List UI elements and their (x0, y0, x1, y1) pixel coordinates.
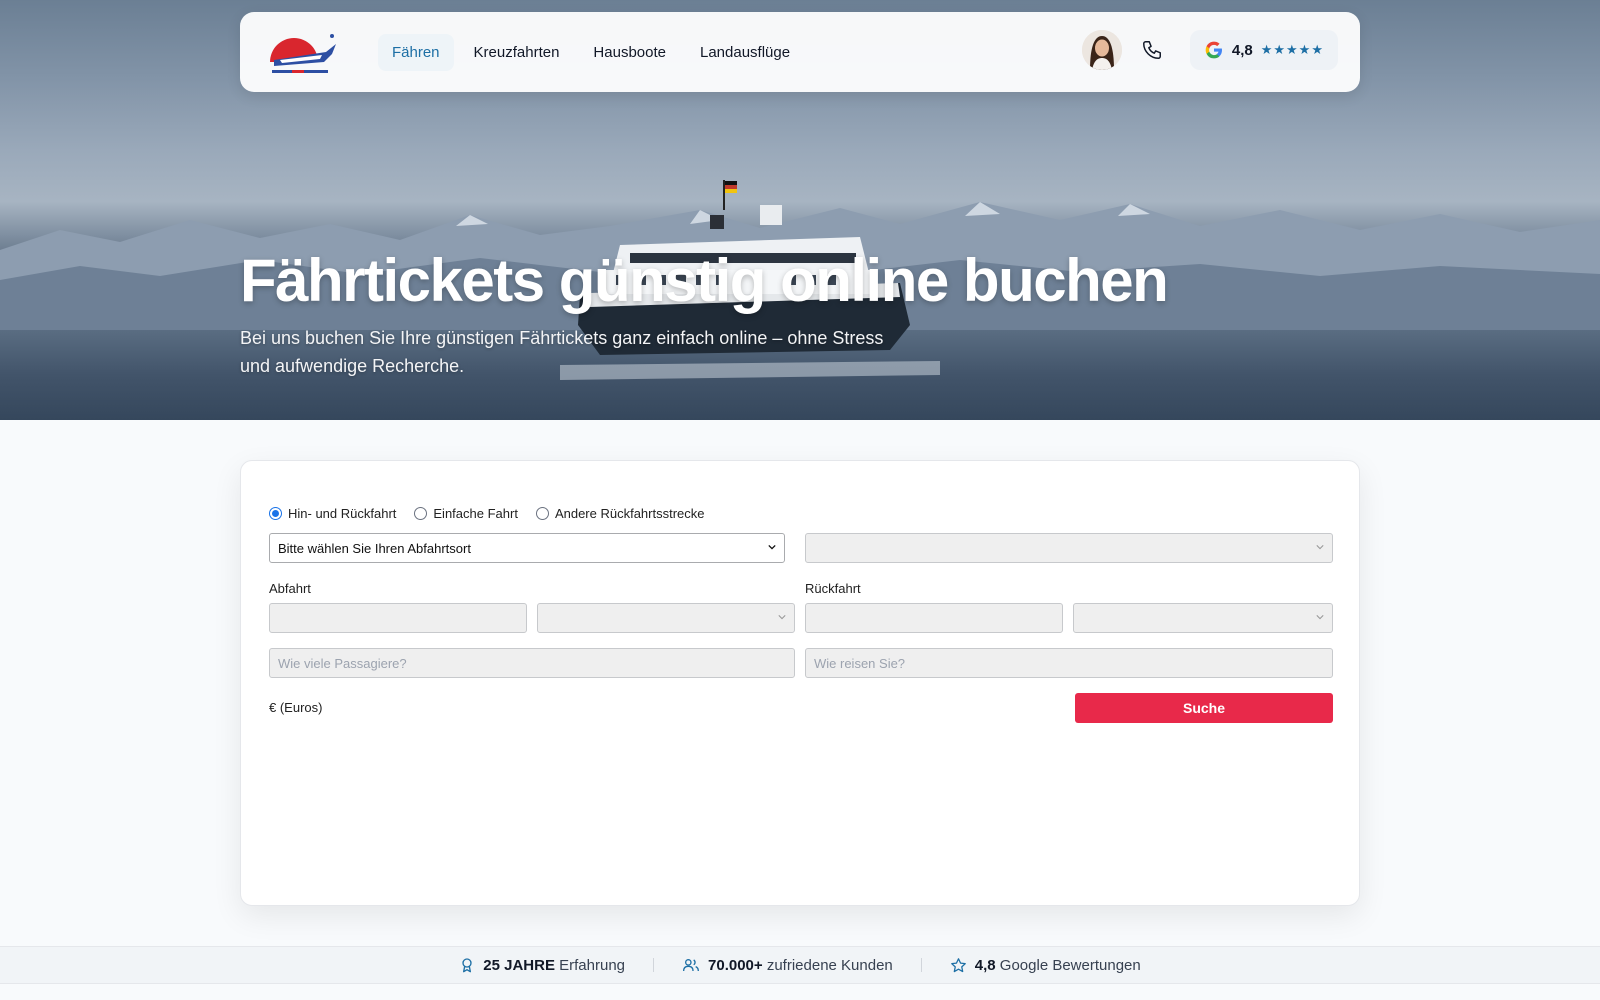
trust-rating-text: Google Bewertungen (999, 956, 1141, 974)
trust-experience-text: Erfahrung (559, 956, 626, 974)
destination-port-select[interactable] (805, 533, 1333, 563)
chevron-down-icon (1316, 615, 1324, 620)
trust-experience: 25 JAHRE Erfahrung (431, 957, 653, 974)
rating-stars: ★★★★★ (1260, 42, 1324, 57)
departure-port-select[interactable]: Bitte wählen Sie Ihren Abfahrtsort (269, 533, 785, 563)
chevron-down-icon (768, 544, 776, 550)
main-nav: Fähren Kreuzfahrten Hausboote Landausflü… (378, 34, 804, 71)
return-time-select[interactable] (1073, 603, 1333, 633)
booking-form-card: Hin- und Rückfahrt Einfache Fahrt Andere… (240, 460, 1360, 906)
radio-other-return[interactable] (535, 507, 549, 520)
star-icon (950, 957, 966, 972)
rating-value: 4,8 (1231, 41, 1253, 59)
nav-faehren[interactable]: Fähren (378, 34, 454, 71)
trip-type-other-return-label: Andere Rückfahrtsstrecke (554, 506, 705, 521)
currency-label: € (Euros) (269, 700, 323, 715)
vehicle-input[interactable]: Wie reisen Sie? (805, 648, 1333, 678)
support-agent-avatar[interactable] (1081, 30, 1122, 70)
trip-type-oneway-label: Einfache Fahrt (433, 506, 518, 521)
vehicle-placeholder: Wie reisen Sie? (814, 655, 906, 671)
chevron-down-icon (778, 615, 786, 620)
trust-bar: 25 JAHRE Erfahrung 70.000+ zufriedene Ku… (0, 946, 1600, 984)
departure-port-value: Bitte wählen Sie Ihren Abfahrtsort (278, 540, 471, 556)
departure-time-select[interactable] (537, 603, 795, 633)
hero-subtitle: Bei uns buchen Sie Ihre günstigen Fährti… (240, 328, 884, 376)
return-label: Rückfahrt (805, 581, 861, 596)
radio-roundtrip[interactable] (269, 507, 282, 520)
trip-type-roundtrip-label: Hin- und Rückfahrt (288, 506, 397, 521)
google-rating-badge[interactable]: 4,8 ★★★★★ (1189, 30, 1338, 70)
nav-landausfluege[interactable]: Landausflüge (686, 34, 804, 71)
hero-title: Fährtickets günstig online buchen (240, 247, 1169, 314)
ocean24-logo[interactable] (266, 30, 338, 78)
trust-rating-strong: 4,8 (974, 956, 996, 974)
trust-rating: 4,8 Google Bewertungen (922, 957, 1169, 974)
trip-type-group: Hin- und Rückfahrt Einfache Fahrt Andere… (269, 506, 705, 521)
users-icon (683, 959, 700, 972)
phone-icon (1142, 41, 1161, 59)
nav-kreuzfahrten[interactable]: Kreuzfahrten (460, 34, 574, 71)
trip-type-other-return[interactable]: Andere Rückfahrtsstrecke (535, 506, 705, 521)
trust-customers-text: zufriedene Kunden (766, 956, 893, 974)
top-navbar: Fähren Kreuzfahrten Hausboote Landausflü… (240, 12, 1360, 92)
google-icon (1205, 41, 1222, 59)
agent-portrait-icon (1081, 30, 1122, 70)
phone-button[interactable] (1132, 30, 1172, 70)
search-button[interactable]: Suche (1075, 693, 1333, 723)
return-date-input[interactable] (805, 603, 1063, 633)
trip-type-roundtrip[interactable]: Hin- und Rückfahrt (269, 506, 396, 521)
departure-label: Abfahrt (269, 581, 311, 596)
trust-experience-strong: 25 JAHRE (483, 956, 555, 974)
award-icon (462, 958, 472, 973)
nav-right: 4,8 ★★★★★ (1081, 30, 1338, 70)
trust-customers: 70.000+ zufriedene Kunden (654, 957, 921, 974)
radio-oneway[interactable] (414, 507, 428, 520)
chevron-down-icon (1316, 545, 1324, 550)
passengers-input[interactable]: Wie viele Passagiere? (269, 648, 795, 678)
nav-hausboote[interactable]: Hausboote (579, 34, 680, 71)
departure-date-input[interactable] (269, 603, 527, 633)
trip-type-oneway[interactable]: Einfache Fahrt (414, 506, 518, 521)
passengers-placeholder: Wie viele Passagiere? (278, 655, 407, 671)
trust-customers-strong: 70.000+ (708, 956, 763, 974)
